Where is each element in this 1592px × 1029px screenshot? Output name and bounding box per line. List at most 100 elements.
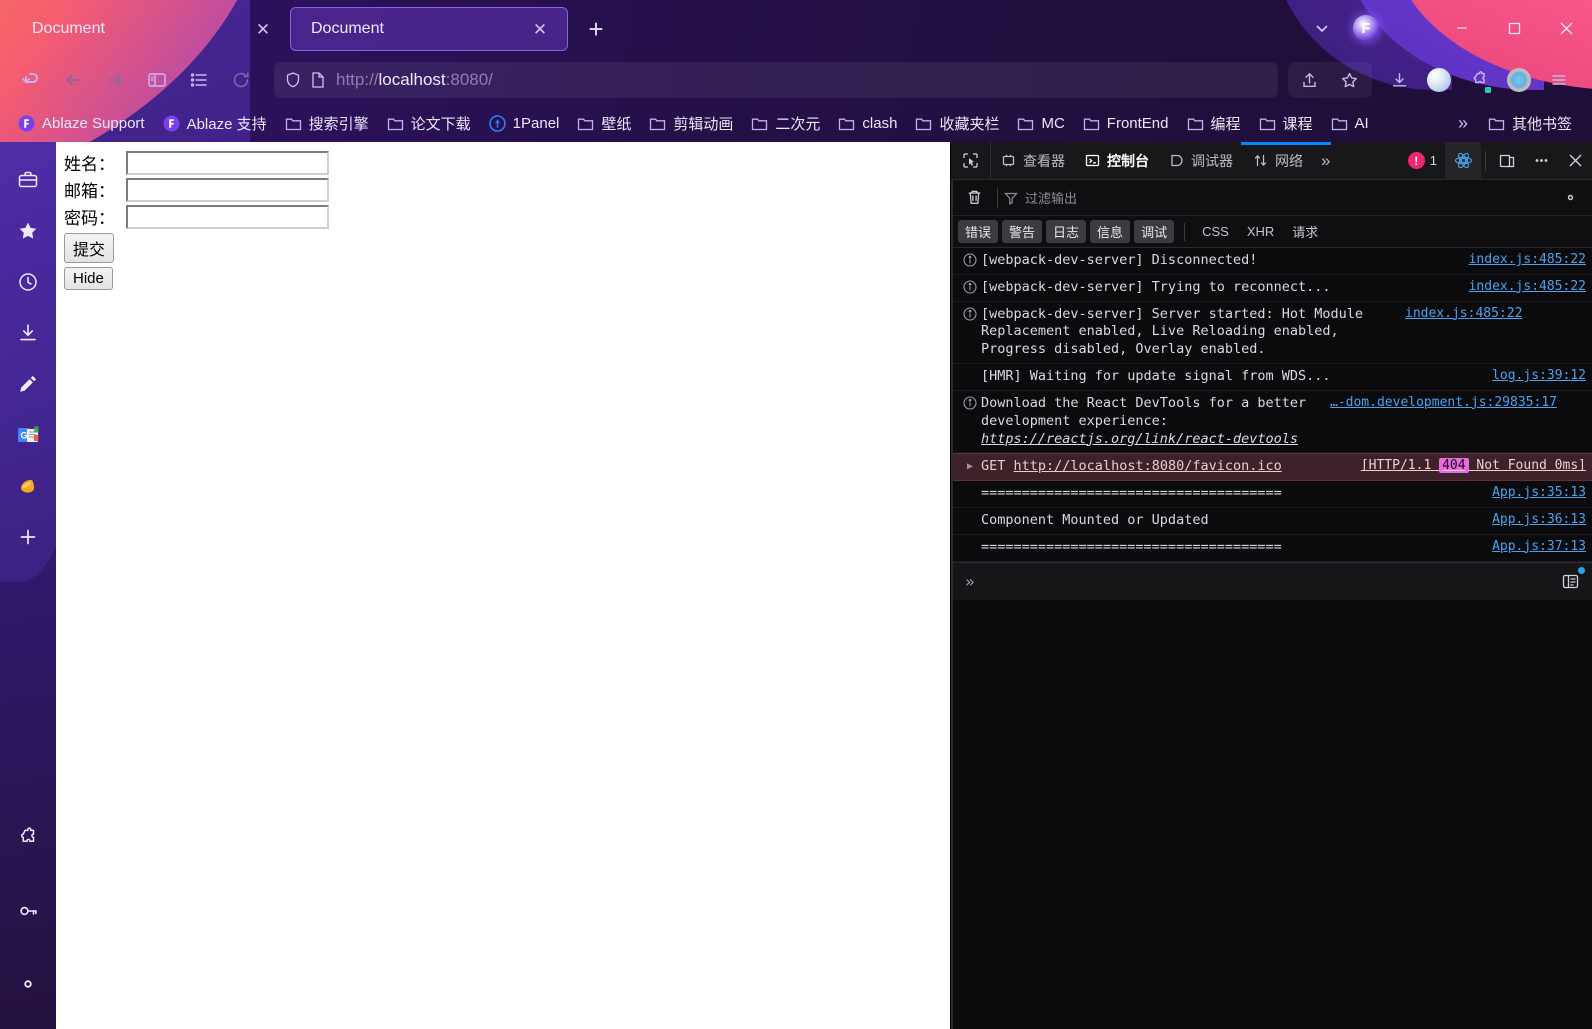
bookmark-folder-frontend[interactable]: FrontEnd [1075,109,1177,137]
settings-gear-icon[interactable] [1554,183,1586,213]
circle-avatar-icon[interactable] [1500,63,1538,97]
bookmark-other-bookmarks[interactable]: 其他书签 [1480,109,1580,137]
level-filter-xhr[interactable]: XHR [1240,222,1281,241]
log-source-link[interactable]: …-dom.development.js:29835:17 [1326,395,1557,410]
request-url[interactable]: http://localhost:8080/favicon.ico [1014,458,1282,474]
close-icon[interactable]: ✕ [527,16,553,42]
dock-layout-icon[interactable] [1490,142,1524,180]
sidebar-item-leaf-app[interactable] [0,460,56,511]
bookmark-folder-search-engines[interactable]: 搜索引擎 [277,109,377,137]
devtools-tabs-overflow-icon[interactable]: » [1313,142,1338,180]
console-log-row[interactable]: [webpack-dev-server] Server started: Hot… [951,302,1592,364]
console-log-row[interactable]: [webpack-dev-server] Disconnected! index… [951,248,1592,275]
address-bar[interactable]: http://localhost:8080/ [274,62,1278,98]
split-console-icon[interactable] [1556,568,1584,594]
window-minimize-button[interactable] [1436,0,1488,56]
window-close-button[interactable] [1540,0,1592,56]
share-upload-icon[interactable] [1290,63,1328,97]
sidebar-item-extensions[interactable] [0,812,56,863]
filter-output-input[interactable]: 过滤输出 [1004,188,1554,207]
tab-debugger[interactable]: 调试器 [1159,142,1243,180]
console-output[interactable]: [webpack-dev-server] Disconnected! index… [951,248,1592,1029]
hamburger-menu-icon[interactable] [1540,63,1578,97]
browser-brand-icon[interactable]: F [1344,6,1388,50]
name-field[interactable] [126,151,329,175]
page-document-icon[interactable] [310,71,326,89]
bookmark-folder-programming[interactable]: 编程 [1179,109,1249,137]
bookmark-folder-ai[interactable]: AI [1323,109,1377,137]
reload-icon[interactable] [222,63,260,97]
console-log-row[interactable]: [webpack-dev-server] Trying to reconnect… [951,275,1592,302]
disclosure-triangle-icon[interactable]: ▶ [959,458,981,472]
list-all-tabs-icon[interactable] [1300,6,1344,50]
level-filter-errors[interactable]: 错误 [958,220,998,243]
sidebar-panel-icon[interactable] [138,63,176,97]
shield-icon[interactable] [284,71,302,89]
log-source-link[interactable]: log.js:39:12 [1488,368,1586,383]
trash-icon[interactable] [957,183,991,213]
account-avatar-icon[interactable] [1420,63,1458,97]
log-source-link[interactable]: App.js:35:13 [1488,485,1586,500]
sidebar-item-downloads[interactable] [0,307,56,358]
console-prompt[interactable]: » [951,562,1592,600]
level-filter-css[interactable]: CSS [1195,222,1236,241]
more-options-icon[interactable] [1524,142,1558,180]
log-source-link[interactable]: App.js:36:13 [1488,512,1586,527]
undo-icon[interactable] [12,63,50,97]
hide-button[interactable]: Hide [64,267,113,290]
close-icon[interactable]: ✕ [250,16,276,42]
log-source-link[interactable]: index.js:485:22 [1465,252,1586,267]
puzzle-extension-icon[interactable] [1460,63,1498,97]
close-icon[interactable] [1558,142,1592,180]
bookmark-folder-mc[interactable]: MC [1009,109,1072,137]
react-devtools-link[interactable]: https://reactjs.org/link/react-devtools [981,431,1298,447]
level-filter-requests[interactable]: 请求 [1285,220,1325,243]
password-field[interactable] [126,205,329,229]
level-filter-debug[interactable]: 调试 [1134,220,1174,243]
bookmark-folder-wallpaper[interactable]: 壁纸 [569,109,639,137]
log-source-link[interactable]: index.js:485:22 [1465,279,1586,294]
tab-inspector[interactable]: 查看器 [991,142,1075,180]
bookmark-folder-favorites[interactable]: 收藏夹栏 [907,109,1007,137]
back-arrow-icon[interactable] [54,63,92,97]
level-filter-logs[interactable]: 日志 [1046,220,1086,243]
bookmark-folder-courses[interactable]: 课程 [1251,109,1321,137]
bookmark-ablaze-support[interactable]: Ablaze Support [10,109,153,137]
bookmark-ablaze-zhichi[interactable]: Ablaze 支持 [155,109,275,137]
console-error-row[interactable]: ▶ GET http://localhost:8080/favicon.ico … [951,453,1592,481]
bookmarks-overflow-icon[interactable]: » [1446,113,1480,134]
forward-arrow-icon[interactable] [96,63,134,97]
bookmark-folder-editing[interactable]: 剪辑动画 [641,109,741,137]
tab-network[interactable]: 网络 [1243,142,1313,180]
console-log-row[interactable]: [HMR] Waiting for update signal from WDS… [951,364,1592,391]
error-count-badge[interactable]: ! 1 [1400,152,1445,169]
sidebar-item-add[interactable] [0,511,56,562]
sidebar-item-settings[interactable] [0,958,56,1009]
submit-button[interactable]: 提交 [64,233,114,263]
react-devtools-icon[interactable] [1445,142,1481,180]
star-icon[interactable] [1330,63,1368,97]
reading-list-icon[interactable] [180,63,218,97]
bookmark-folder-clash[interactable]: clash [830,109,905,137]
console-log-row[interactable]: Download the React DevTools for a better… [951,391,1592,453]
sidebar-item-bookmarks[interactable] [0,205,56,256]
new-tab-button[interactable]: + [576,9,616,49]
sidebar-item-history[interactable] [0,256,56,307]
tab-console[interactable]: 控制台 [1075,142,1159,180]
console-log-row[interactable]: Component Mounted or Updated App.js:36:1… [951,508,1592,535]
level-filter-info[interactable]: 信息 [1090,220,1130,243]
sidebar-item-google-docs[interactable]: G [0,409,56,460]
download-icon[interactable] [1380,63,1418,97]
email-field[interactable] [126,178,329,202]
bookmark-folder-papers[interactable]: 论文下载 [379,109,479,137]
element-picker-icon[interactable] [951,142,991,180]
bookmark-1panel[interactable]: 1Panel [481,109,568,137]
bookmark-folder-anime[interactable]: 二次元 [743,109,828,137]
tab-document-2[interactable]: Document ✕ [290,7,568,51]
log-source-link[interactable]: index.js:485:22 [1401,306,1522,321]
sidebar-item-passwords[interactable] [0,885,56,936]
log-source-link[interactable]: App.js:37:13 [1488,539,1586,554]
window-maximize-button[interactable] [1488,0,1540,56]
devtools-splitter[interactable] [951,142,953,1029]
sidebar-item-workspace[interactable] [0,154,56,205]
